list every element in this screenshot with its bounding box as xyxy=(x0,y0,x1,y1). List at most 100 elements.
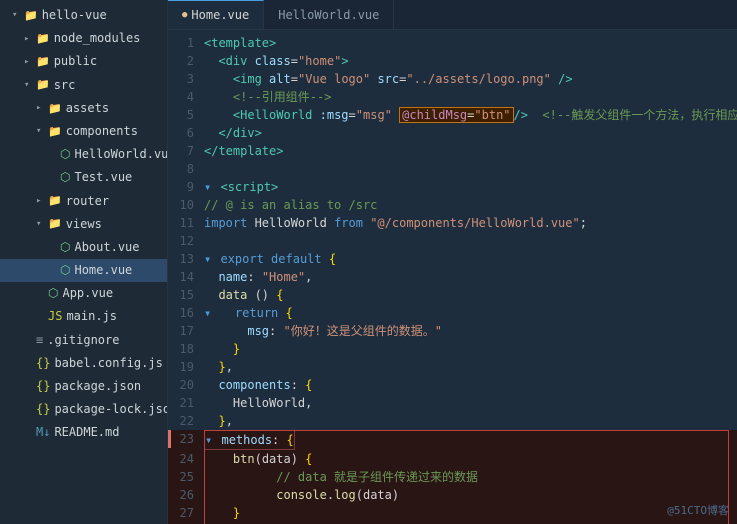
line-number: 21 xyxy=(168,394,204,412)
sidebar-item-label: Home.vue xyxy=(74,261,132,280)
sidebar-item-node-modules[interactable]: ▸ 📁 node_modules xyxy=(0,27,167,50)
sidebar-item-public[interactable]: ▸ 📁 public xyxy=(0,50,167,73)
spacer xyxy=(48,148,58,162)
line-number: 19 xyxy=(168,358,204,376)
fold-icon[interactable]: ▾ xyxy=(204,252,211,266)
sidebar-item-helloworld-vue[interactable]: ⬡ HelloWorld.vue xyxy=(0,143,167,166)
code-text: ▾ methods: { xyxy=(204,430,737,450)
line-number: 18 xyxy=(168,340,204,358)
code-text: name: "Home", xyxy=(204,268,737,286)
code-line-10: 10 // @ is an alias to /src xyxy=(168,196,737,214)
line-number: 11 xyxy=(168,214,204,232)
tab-home-vue[interactable]: ● Home.vue xyxy=(168,0,264,29)
code-line-27: 27 } xyxy=(168,504,737,522)
line-number: 8 xyxy=(168,160,204,178)
folder-icon: 📁 xyxy=(48,192,62,210)
file-icon: {} xyxy=(36,354,50,373)
code-text: btn(data) { xyxy=(204,450,737,468)
line-number: 1 xyxy=(168,34,204,52)
sidebar-item-label: README.md xyxy=(54,423,119,442)
chevron-down-icon: ▾ xyxy=(12,8,22,22)
fold-icon[interactable]: ▾ xyxy=(204,180,211,194)
file-icon: JS xyxy=(48,307,62,326)
sidebar-item-home-vue[interactable]: ⬡ Home.vue xyxy=(0,259,167,282)
sidebar-item-src[interactable]: ▾ 📁 src xyxy=(0,74,167,97)
line-number: 6 xyxy=(168,124,204,142)
code-line-9: 9 ▾ <script> xyxy=(168,178,737,196)
spacer xyxy=(24,426,34,440)
code-text: } xyxy=(204,340,737,358)
code-text xyxy=(204,160,737,178)
code-text: </div> xyxy=(204,124,737,142)
file-icon: {} xyxy=(36,400,50,419)
sidebar-item-readme[interactable]: M↓ README.md xyxy=(0,421,167,444)
sidebar-item-gitignore[interactable]: ≡ .gitignore xyxy=(0,329,167,352)
spacer xyxy=(48,263,58,277)
sidebar-item-main-js[interactable]: JS main.js xyxy=(0,305,167,328)
sidebar-item-app-vue[interactable]: ⬡ App.vue xyxy=(0,282,167,305)
sidebar-item-hello-vue[interactable]: ▾ 📁 hello-vue xyxy=(0,4,167,27)
file-icon: ⬡ xyxy=(60,261,70,280)
folder-icon: 📁 xyxy=(48,215,62,233)
line-number: 12 xyxy=(168,232,204,250)
spacer xyxy=(24,379,34,393)
line-number: 13 xyxy=(168,250,204,268)
sidebar-item-test-vue[interactable]: ⬡ Test.vue xyxy=(0,166,167,189)
code-area[interactable]: 1 <template> 2 <div class="home"> 3 <img… xyxy=(168,30,737,524)
line-number: 14 xyxy=(168,268,204,286)
code-text: components: { xyxy=(204,376,737,394)
code-text xyxy=(204,232,737,250)
code-text: }, xyxy=(204,358,737,376)
code-text: ▾ export default { xyxy=(204,250,737,268)
sidebar-item-label: main.js xyxy=(66,307,117,326)
watermark: @51CTO博客 xyxy=(667,502,729,518)
code-line-21: 21 HelloWorld, xyxy=(168,394,737,412)
fold-icon[interactable]: ▾ xyxy=(205,433,212,447)
sidebar-item-label: About.vue xyxy=(74,238,139,257)
code-text: <HelloWorld :msg="msg" @childMsg="btn"/>… xyxy=(204,106,737,124)
chevron-right-icon: ▸ xyxy=(36,101,46,115)
sidebar-item-label: views xyxy=(66,215,102,234)
code-line-18: 18 } xyxy=(168,340,737,358)
tab-helloworld-vue[interactable]: HelloWorld.vue xyxy=(264,0,394,29)
line-number: 4 xyxy=(168,88,204,106)
sidebar-item-label: App.vue xyxy=(62,284,113,303)
chevron-right-icon: ▸ xyxy=(36,194,46,208)
sidebar-item-router[interactable]: ▸ 📁 router xyxy=(0,190,167,213)
code-text: <!--引用组件--> xyxy=(204,88,737,106)
sidebar-item-babel-config[interactable]: {} babel.config.js xyxy=(0,352,167,375)
file-icon: ⬡ xyxy=(60,168,70,187)
code-line-25: 25 // data 就是子组件传递过来的数据 xyxy=(168,468,737,486)
tab-label: HelloWorld.vue xyxy=(278,8,379,22)
code-line-24: 24 btn(data) { xyxy=(168,450,737,468)
code-line-17: 17 msg: "你好！这是父组件的数据。" xyxy=(168,322,737,340)
sidebar-item-label: babel.config.js xyxy=(54,354,162,373)
sidebar-item-assets[interactable]: ▸ 📁 assets xyxy=(0,97,167,120)
line-number: 5 xyxy=(168,106,204,124)
sidebar-item-label: node_modules xyxy=(54,29,141,48)
editor-area: ● Home.vue HelloWorld.vue 1 <template> 2… xyxy=(168,0,737,524)
sidebar-item-views[interactable]: ▾ 📁 views xyxy=(0,213,167,236)
chevron-right-icon: ▸ xyxy=(24,55,34,69)
line-number: 7 xyxy=(168,142,204,160)
line-number: 27 xyxy=(168,504,204,522)
sidebar-item-label: public xyxy=(54,52,97,71)
code-line-6: 6 </div> xyxy=(168,124,737,142)
file-icon: ≡ xyxy=(36,331,43,350)
code-text: msg: "你好！这是父组件的数据。" xyxy=(204,322,737,340)
modified-dot: ● xyxy=(182,10,187,20)
folder-icon: 📁 xyxy=(48,100,62,118)
code-text: ▾ return { xyxy=(204,304,737,322)
code-line-15: 15 data () { xyxy=(168,286,737,304)
code-line-19: 19 }, xyxy=(168,358,737,376)
sidebar-item-about-vue[interactable]: ⬡ About.vue xyxy=(0,236,167,259)
sidebar-item-package-lock-json[interactable]: {} package-lock.json xyxy=(0,398,167,421)
sidebar-item-components[interactable]: ▾ 📁 components xyxy=(0,120,167,143)
fold-icon[interactable]: ▾ xyxy=(204,306,211,320)
sidebar-item-package-json[interactable]: {} package.json xyxy=(0,375,167,398)
folder-icon: 📁 xyxy=(48,123,62,141)
code-text: import HelloWorld from "@/components/Hel… xyxy=(204,214,737,232)
line-number: 23 xyxy=(168,430,204,448)
code-text: // @ is an alias to /src xyxy=(204,196,737,214)
sidebar-item-label: hello-vue xyxy=(42,6,107,25)
